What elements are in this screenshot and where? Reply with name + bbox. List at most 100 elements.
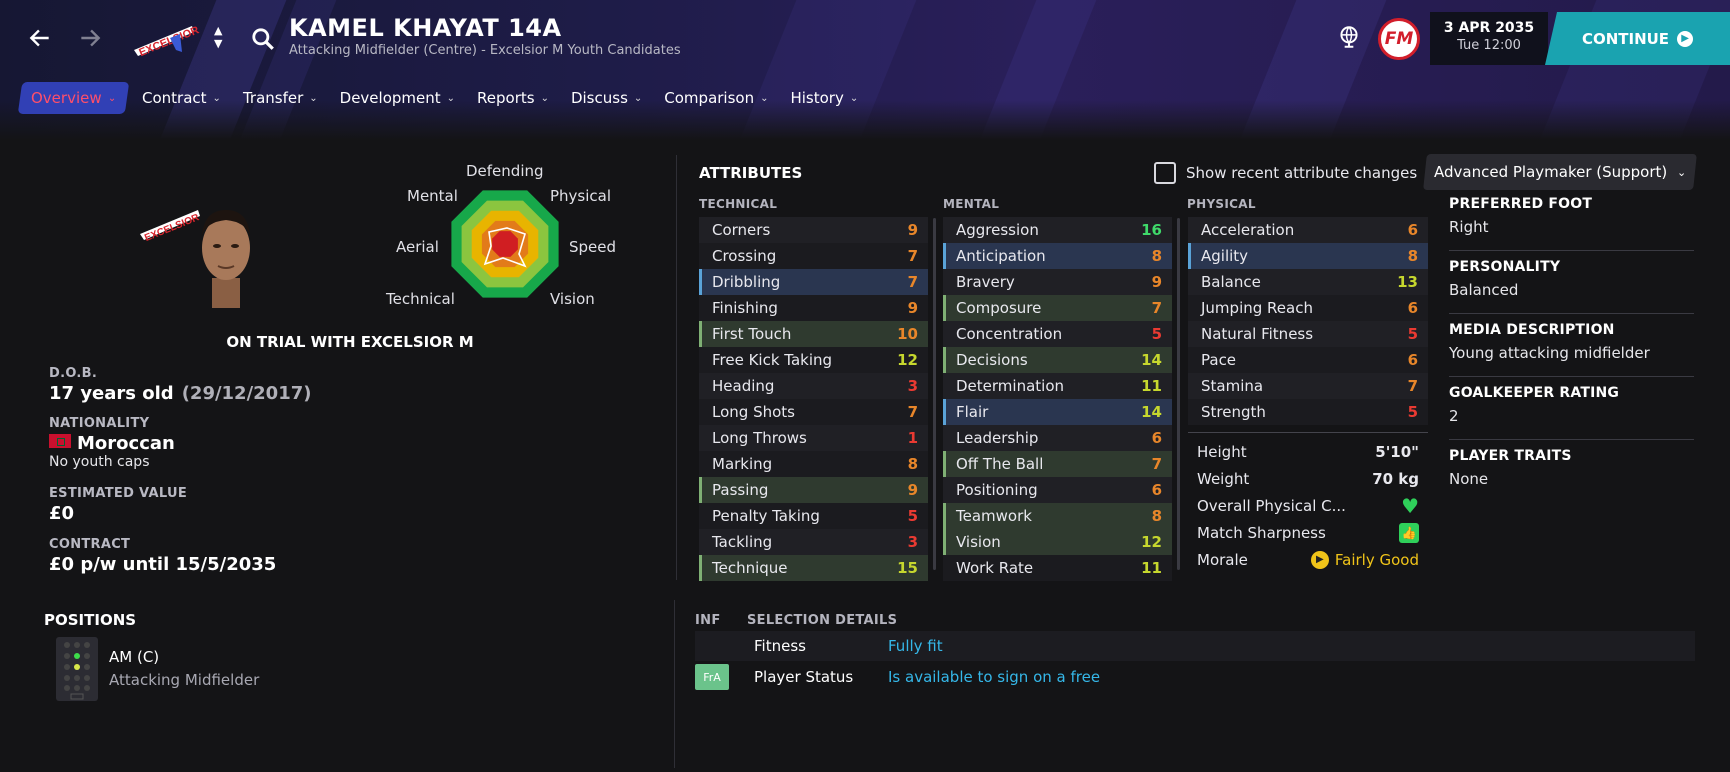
- technical-attribute-row[interactable]: Free Kick Taking 12: [699, 347, 928, 373]
- mental-attribute-row[interactable]: Leadership 6: [943, 425, 1172, 451]
- current-date: 3 APR 2035: [1443, 20, 1535, 36]
- height-value: 5'10": [1375, 442, 1419, 461]
- physical-attribute-row[interactable]: Balance 13: [1188, 269, 1428, 295]
- attribute-value: 7: [1151, 455, 1162, 473]
- physical-attribute-row[interactable]: Agility 8: [1188, 243, 1428, 269]
- technical-attribute-row[interactable]: Marking 8: [699, 451, 928, 477]
- mental-attribute-row[interactable]: Positioning 6: [943, 477, 1172, 503]
- condition-row[interactable]: Overall Physical C... ♥: [1188, 492, 1428, 519]
- technical-attribute-row[interactable]: Dribbling 7: [699, 269, 928, 295]
- attribute-name: Concentration: [956, 325, 1063, 343]
- attribute-value: 9: [907, 221, 918, 239]
- fm-logo[interactable]: FM: [1378, 18, 1420, 60]
- position-pitch-icon: [56, 637, 98, 701]
- free-agent-badge[interactable]: FrA: [695, 664, 729, 690]
- mental-attribute-row[interactable]: Aggression 16: [943, 217, 1172, 243]
- attribute-name: Teamwork: [956, 507, 1032, 525]
- physical-attribute-row[interactable]: Jumping Reach 6: [1188, 295, 1428, 321]
- physical-attribute-row[interactable]: Acceleration 6: [1188, 217, 1428, 243]
- physical-attribute-row[interactable]: Stamina 7: [1188, 373, 1428, 399]
- tab-development[interactable]: Development ⌄: [329, 82, 466, 114]
- weight-value: 70 kg: [1372, 469, 1419, 488]
- technical-attribute-row[interactable]: Passing 9: [699, 477, 928, 503]
- show-changes-label[interactable]: Show recent attribute changes: [1186, 164, 1417, 182]
- technical-attribute-row[interactable]: Heading 3: [699, 373, 928, 399]
- mental-attribute-row[interactable]: Teamwork 8: [943, 503, 1172, 529]
- mental-attribute-row[interactable]: Flair 14: [943, 399, 1172, 425]
- technical-attribute-row[interactable]: Long Shots 7: [699, 399, 928, 425]
- back-arrow-icon[interactable]: [22, 20, 58, 56]
- physical-attribute-row[interactable]: Strength 5: [1188, 399, 1428, 425]
- attribute-name: Free Kick Taking: [712, 351, 833, 369]
- tab-reports[interactable]: Reports ⌄: [466, 82, 560, 114]
- physical-attribute-row[interactable]: Natural Fitness 5: [1188, 321, 1428, 347]
- player-switch-updown[interactable]: ▲ ▼: [214, 24, 222, 50]
- morale-row[interactable]: Morale ▶ Fairly Good: [1188, 546, 1428, 573]
- physical-attribute-row[interactable]: Pace 6: [1188, 347, 1428, 373]
- attribute-name: Composure: [956, 299, 1042, 317]
- mental-attribute-row[interactable]: Determination 11: [943, 373, 1172, 399]
- tab-comparison[interactable]: Comparison ⌄: [653, 82, 779, 114]
- sharpness-row[interactable]: Match Sharpness 👍: [1188, 519, 1428, 546]
- fitness-value: Fully fit: [888, 637, 943, 655]
- attribute-value: 11: [1141, 559, 1162, 577]
- player-subtitle[interactable]: Attacking Midfielder (Centre) - Excelsio…: [289, 43, 681, 58]
- technical-scrollbar[interactable]: [933, 218, 936, 570]
- contract-block: CONTRACT £0 p/w until 15/5/2035: [49, 537, 276, 575]
- tab-discuss[interactable]: Discuss ⌄: [560, 82, 653, 114]
- tab-contract[interactable]: Contract ⌄: [131, 82, 232, 114]
- nationality-value[interactable]: Moroccan: [77, 433, 175, 454]
- nationality-label: NATIONALITY: [49, 416, 150, 431]
- attribute-value: 6: [1151, 481, 1162, 499]
- chevron-right-circle-icon: ▶: [1677, 30, 1694, 47]
- tab-overview[interactable]: Overview ⌄: [17, 82, 130, 114]
- technical-attribute-row[interactable]: Long Throws 1: [699, 425, 928, 451]
- attribute-name: Vision: [956, 533, 1001, 551]
- technical-attribute-row[interactable]: Finishing 9: [699, 295, 928, 321]
- inf-header: INF: [695, 613, 721, 628]
- attribute-value: 11: [1141, 377, 1162, 395]
- mental-attribute-row[interactable]: Decisions 14: [943, 347, 1172, 373]
- attribute-name: Corners: [712, 221, 771, 239]
- attribute-name: Natural Fitness: [1201, 325, 1314, 343]
- technical-attribute-row[interactable]: Crossing 7: [699, 243, 928, 269]
- mental-attribute-row[interactable]: Anticipation 8: [943, 243, 1172, 269]
- height-row: Height 5'10": [1188, 438, 1428, 465]
- mental-attribute-row[interactable]: Work Rate 11: [943, 555, 1172, 581]
- tab-history[interactable]: History ⌄: [779, 82, 869, 114]
- morale-value: Fairly Good: [1334, 550, 1419, 569]
- show-changes-checkbox[interactable]: [1154, 162, 1176, 184]
- attribute-name: Decisions: [956, 351, 1028, 369]
- attribute-value: 5: [1151, 325, 1162, 343]
- attribute-name: Determination: [956, 377, 1065, 395]
- mental-attribute-row[interactable]: Composure 7: [943, 295, 1172, 321]
- technical-attribute-row[interactable]: First Touch 10: [699, 321, 928, 347]
- technical-attribute-row[interactable]: Penalty Taking 5: [699, 503, 928, 529]
- role-dropdown[interactable]: Advanced Playmaker (Support) ⌄: [1423, 154, 1697, 190]
- tab-transfer[interactable]: Transfer ⌄: [232, 82, 329, 114]
- condition-label: Overall Physical C...: [1197, 496, 1346, 515]
- mental-attribute-row[interactable]: Off The Ball 7: [943, 451, 1172, 477]
- mental-attribute-row[interactable]: Vision 12: [943, 529, 1172, 555]
- mental-attribute-row[interactable]: Bravery 9: [943, 269, 1172, 295]
- globe-microphone-icon[interactable]: [1336, 24, 1362, 54]
- technical-attribute-row[interactable]: Tackling 3: [699, 529, 928, 555]
- fitness-label: Fitness: [754, 637, 806, 655]
- mental-attribute-row[interactable]: Concentration 5: [943, 321, 1172, 347]
- attribute-value: 8: [1407, 247, 1418, 265]
- technical-attribute-row[interactable]: Corners 9: [699, 217, 928, 243]
- attribute-name: Balance: [1201, 273, 1261, 291]
- technical-attribute-row[interactable]: Technique 15: [699, 555, 928, 581]
- continue-button[interactable]: CONTINUE ▶: [1545, 12, 1730, 65]
- morocco-flag-icon: [49, 434, 71, 448]
- chevron-down-icon: ⌄: [1677, 165, 1687, 179]
- mental-scrollbar[interactable]: [1177, 218, 1180, 570]
- club-crest-logo[interactable]: EXCELSIOR: [130, 20, 201, 59]
- attributes-title: ATTRIBUTES: [699, 164, 803, 182]
- forward-arrow-icon[interactable]: [72, 20, 108, 56]
- attribute-name: Off The Ball: [956, 455, 1044, 473]
- attribute-value: 5: [1407, 403, 1418, 421]
- attribute-name: Bravery: [956, 273, 1015, 291]
- nationality-block: NATIONALITY Moroccan No youth caps: [49, 416, 175, 470]
- search-icon[interactable]: [250, 26, 276, 56]
